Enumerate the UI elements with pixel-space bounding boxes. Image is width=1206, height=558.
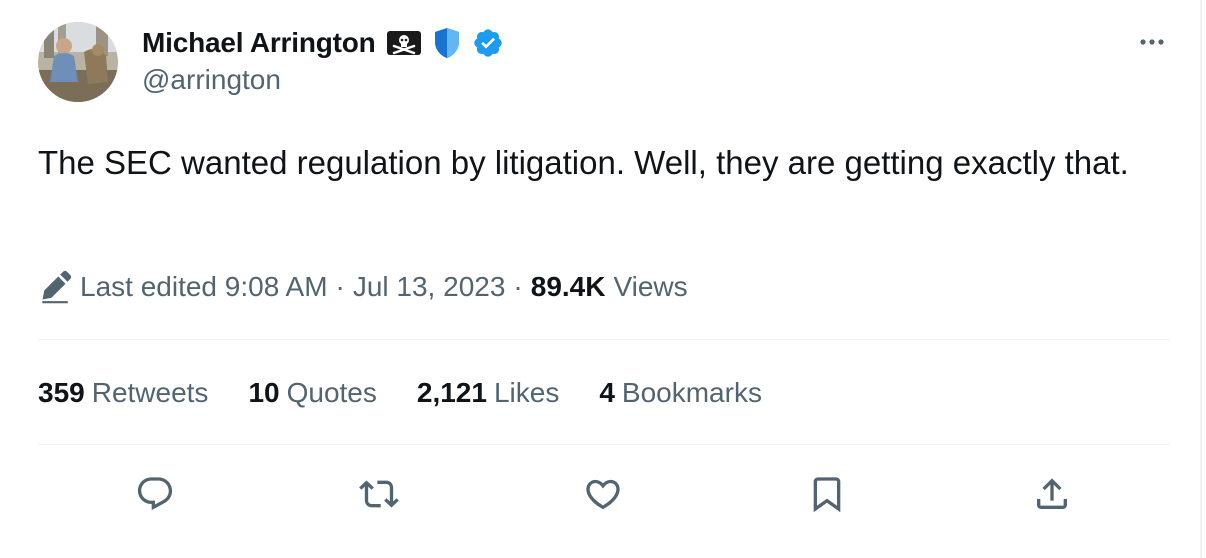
separator: · (335, 271, 345, 302)
views-label[interactable]: Views (613, 271, 687, 303)
retweet-button[interactable] (355, 470, 403, 518)
separator: · (513, 271, 523, 302)
tweet-stats: 359 Retweets 10 Quotes 2,121 Likes 4 Bookmar… (38, 372, 802, 414)
likes-count: 2,121 (416, 377, 487, 408)
more-options-button[interactable] (1132, 30, 1172, 54)
like-button[interactable] (579, 470, 627, 518)
tweet-meta: Last edited 9:08 AM · Jul 13, 2023 · 89.… (38, 266, 688, 308)
tweet-card: Michael Arrington @arrington The SEC wan… (0, 0, 1202, 558)
tweet-date[interactable]: Jul 13, 2023 (353, 271, 506, 303)
quotes-count: 10 (248, 377, 280, 408)
share-icon (1037, 478, 1067, 509)
author-handle[interactable]: @arrington (142, 64, 281, 96)
divider (38, 444, 1170, 445)
like-icon (586, 479, 620, 510)
verified-badge-icon[interactable] (472, 27, 504, 59)
share-button[interactable] (1028, 470, 1076, 518)
tweet-time[interactable]: 9:08 AM (225, 271, 328, 303)
author-display-name[interactable]: Michael Arrington (142, 27, 376, 59)
divider (38, 339, 1170, 340)
reply-icon (137, 477, 173, 511)
views-count[interactable]: 89.4K (531, 271, 606, 303)
avatar[interactable] (38, 22, 118, 102)
tweet-text: The SEC wanted regulation by litigation.… (38, 144, 1129, 181)
quotes-label: Quotes (286, 377, 377, 408)
bookmarks-label: Bookmarks (621, 377, 762, 408)
quotes-stat[interactable]: 10 Quotes (248, 377, 376, 409)
retweets-label: Retweets (91, 377, 209, 408)
bookmarks-stat[interactable]: 4 Bookmarks (599, 377, 762, 409)
pirate-flag-icon (386, 30, 422, 56)
bookmark-icon (813, 477, 841, 513)
edited-label[interactable]: Last edited (80, 271, 217, 303)
more-icon (1140, 39, 1164, 45)
edit-pencil-icon[interactable] (38, 270, 72, 304)
retweet-icon (359, 480, 399, 508)
author-name-row: Michael Arrington (142, 24, 504, 62)
likes-stat[interactable]: 2,121 Likes (417, 377, 559, 409)
reply-button[interactable] (131, 470, 179, 518)
retweets-stat[interactable]: 359 Retweets (38, 377, 208, 409)
likes-label: Likes (493, 377, 560, 408)
bookmarks-count: 4 (599, 377, 615, 408)
bookmark-button[interactable] (803, 470, 851, 518)
retweets-count: 359 (38, 377, 85, 408)
shield-icon (432, 26, 462, 60)
